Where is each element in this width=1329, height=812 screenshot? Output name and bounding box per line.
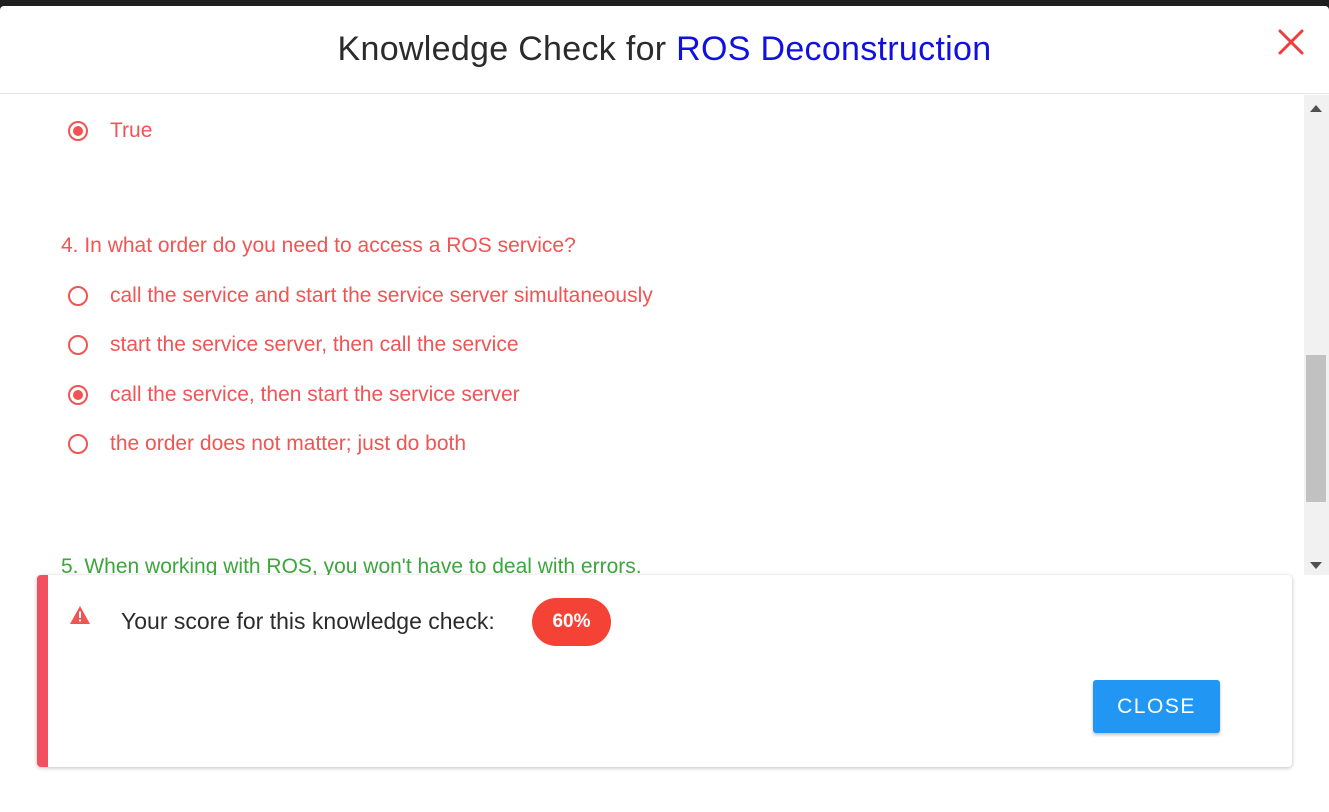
q4-option-4[interactable]: the order does not matter; just do both <box>68 432 466 456</box>
q4-option-2[interactable]: start the service server, then call the … <box>68 333 519 357</box>
scrollbar-thumb[interactable] <box>1306 355 1326 502</box>
close-button[interactable]: CLOSE <box>1093 680 1220 733</box>
radio-selected-icon[interactable] <box>68 121 88 141</box>
scroll-up-arrow-icon[interactable] <box>1310 105 1322 112</box>
radio-icon[interactable] <box>68 335 88 355</box>
option-label: call the service and start the service s… <box>110 284 653 307</box>
close-x-icon[interactable] <box>1277 28 1305 56</box>
radio-selected-icon[interactable] <box>68 385 88 405</box>
modal-title-course: ROS Deconstruction <box>676 30 992 68</box>
question-4: 4. In what order do you need to access a… <box>61 234 576 257</box>
modal-title: Knowledge Check for ROS Deconstruction <box>338 30 992 69</box>
scroll-down-arrow-icon[interactable] <box>1310 562 1322 569</box>
option-label: the order does not matter; just do both <box>110 432 467 455</box>
scrollbar[interactable] <box>1304 95 1329 575</box>
q4-option-3[interactable]: call the service, then start the service… <box>68 383 520 407</box>
knowledge-check-modal: Knowledge Check for ROS Deconstruction T… <box>0 6 1329 812</box>
radio-icon[interactable] <box>68 434 88 454</box>
radio-icon[interactable] <box>68 286 88 306</box>
q4-option-1[interactable]: call the service and start the service s… <box>68 284 653 308</box>
score-label: Your score for this knowledge check: <box>121 608 495 634</box>
option-label: start the service server, then call the … <box>110 333 519 356</box>
warning-icon <box>69 605 91 625</box>
modal-header: Knowledge Check for ROS Deconstruction <box>0 6 1329 94</box>
quiz-scroll-area[interactable]: True 4. In what order do you need to acc… <box>0 95 1329 575</box>
option-label: call the service, then start the service… <box>110 383 520 406</box>
option-label: True <box>110 119 153 142</box>
modal-title-prefix: Knowledge Check for <box>337 30 677 68</box>
option-true[interactable]: True <box>68 119 152 143</box>
score-badge: 60% <box>532 598 611 646</box>
question-5: 5. When working with ROS, you won't have… <box>61 555 642 575</box>
score-card: Your score for this knowledge check: 60%… <box>37 575 1292 767</box>
